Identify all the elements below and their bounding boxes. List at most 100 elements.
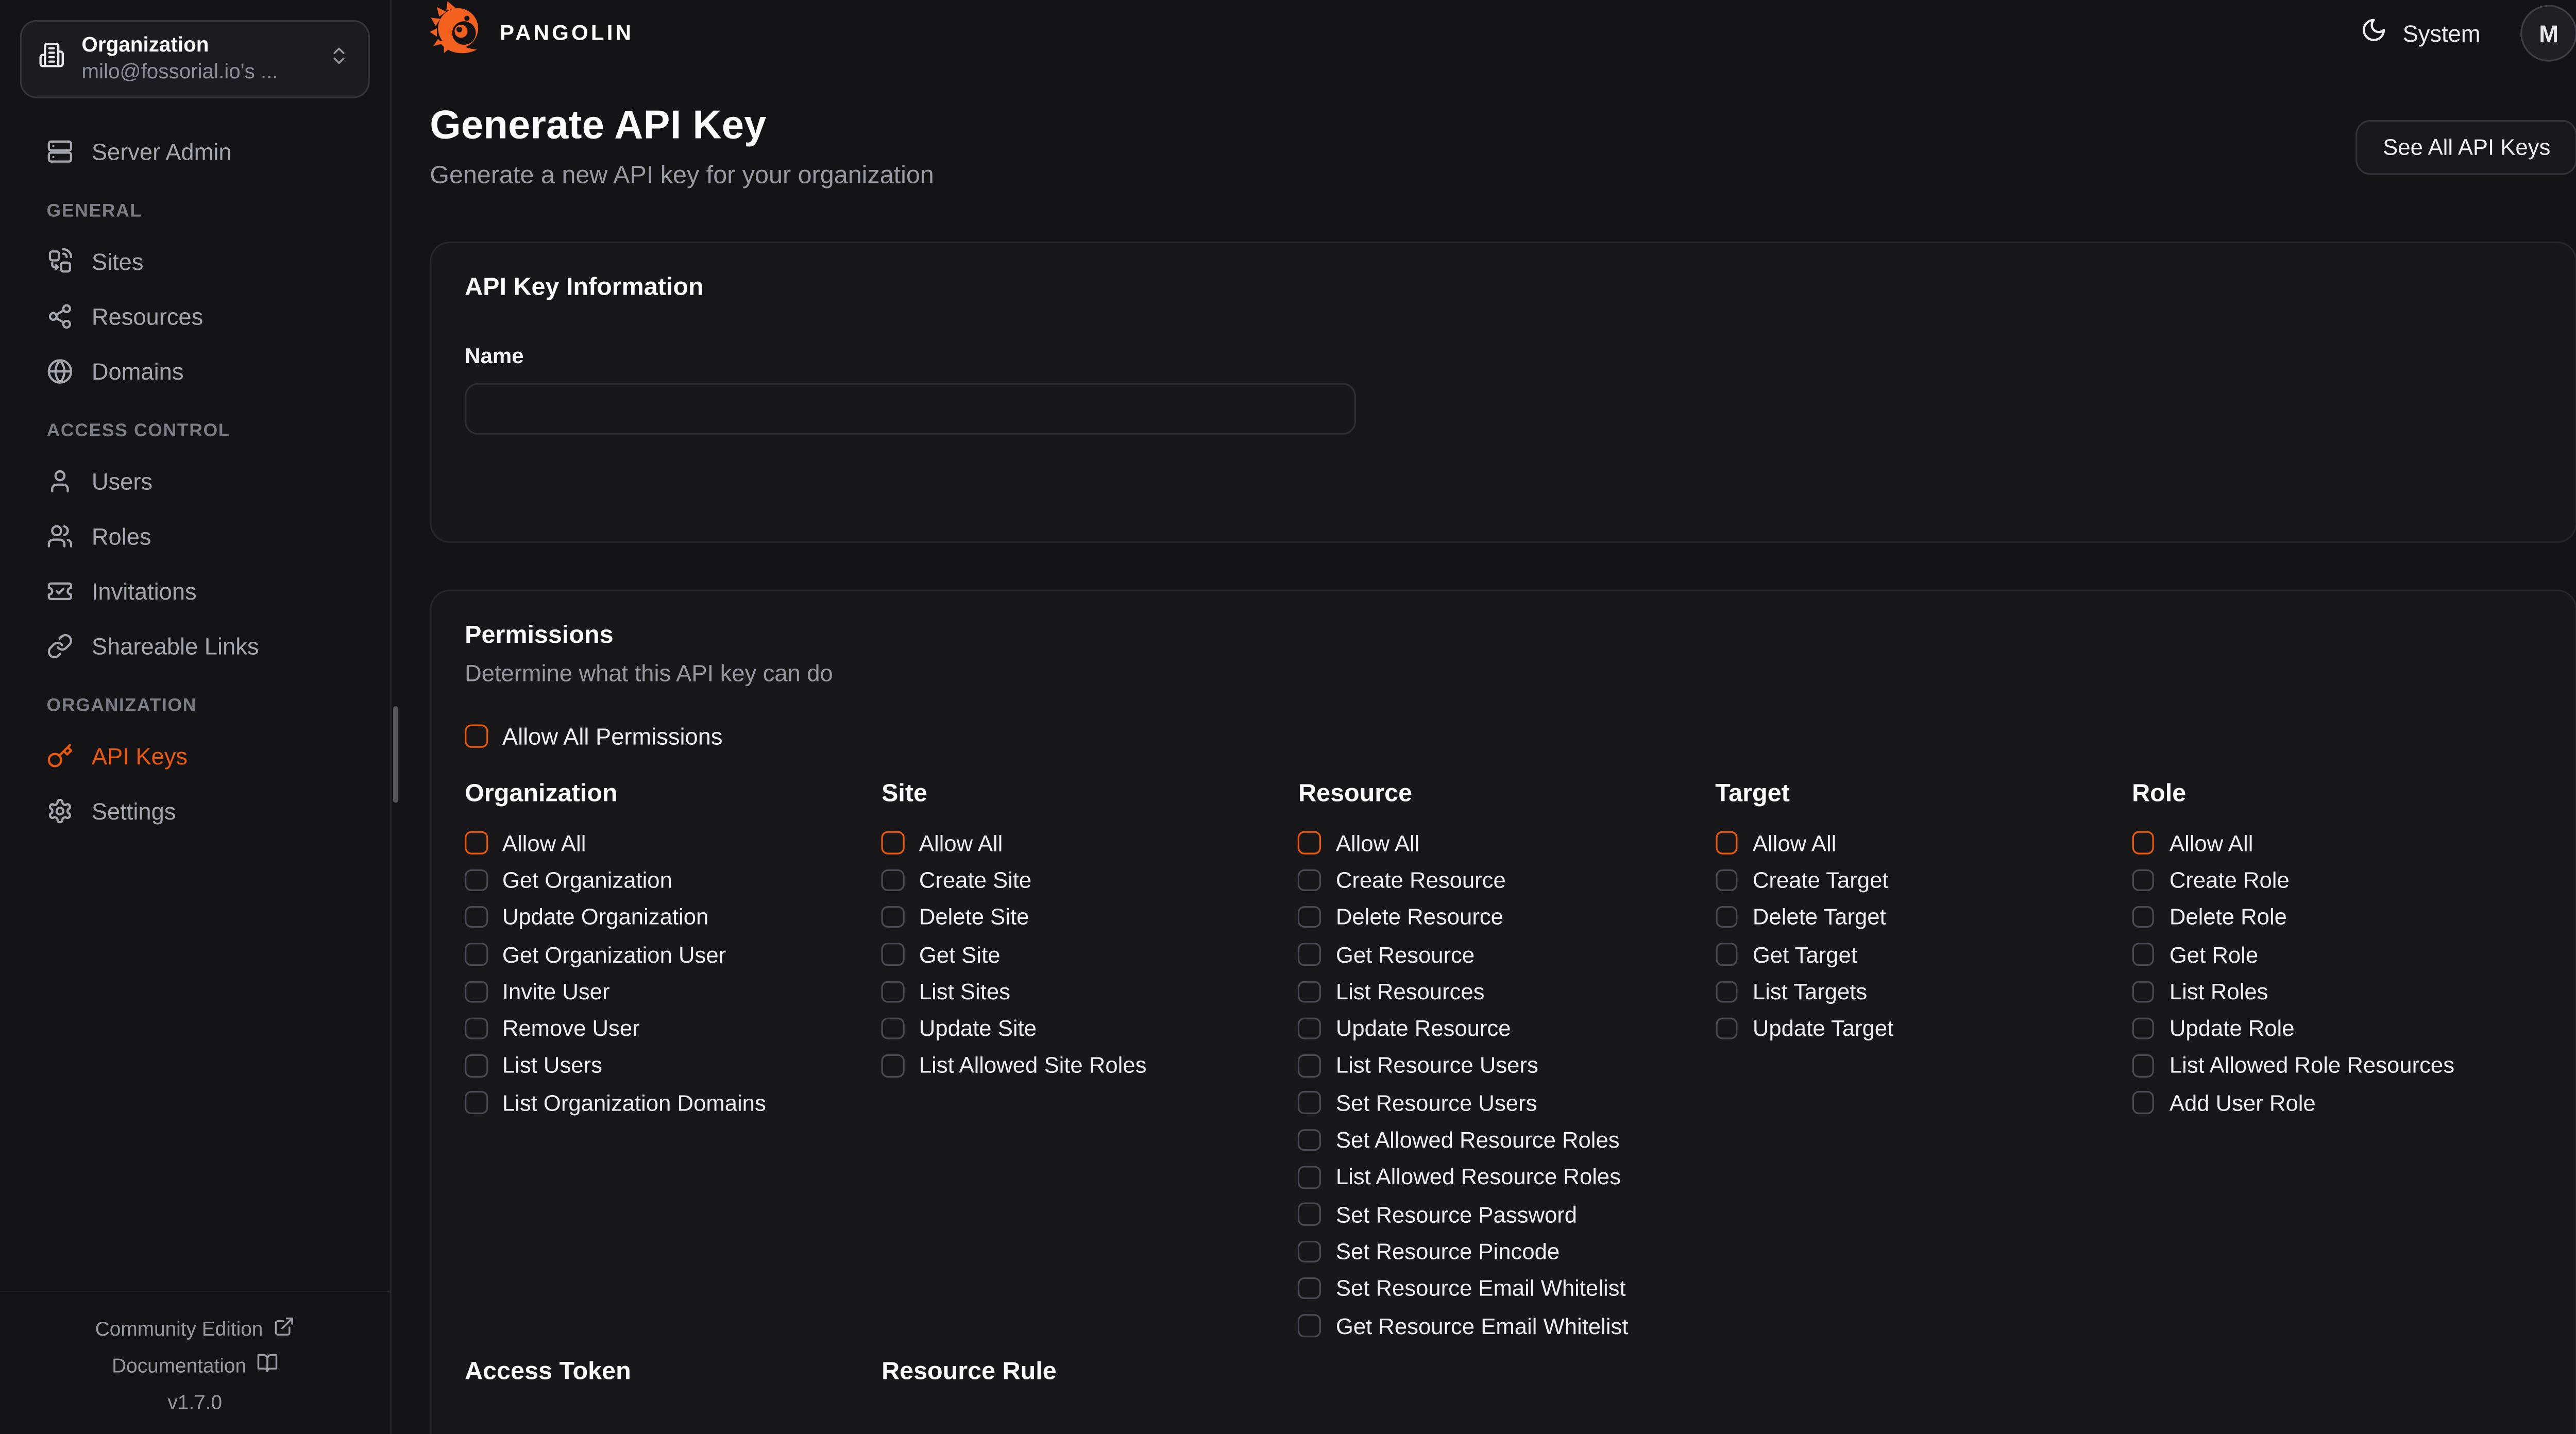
checkbox-icon[interactable] (465, 1017, 487, 1040)
community-edition-link[interactable]: Community Edition (95, 1312, 295, 1344)
checkbox-icon[interactable] (1298, 980, 1321, 1003)
permission-checkbox-row[interactable]: Set Resource Users (1298, 1084, 1708, 1121)
permission-checkbox-row[interactable]: Delete Role (2132, 899, 2542, 936)
permission-checkbox-row[interactable]: Allow All (2132, 825, 2542, 862)
permission-checkbox-row[interactable]: Get Organization User (465, 936, 875, 973)
permission-checkbox-row[interactable]: Get Target (1715, 936, 2125, 973)
permission-checkbox-row[interactable]: Update Site (882, 1010, 1292, 1047)
documentation-link[interactable]: Documentation (112, 1349, 278, 1380)
checkbox-icon[interactable] (1715, 832, 1738, 855)
checkbox-icon[interactable] (2132, 869, 2155, 892)
see-all-api-keys-button[interactable]: See All API Keys (2356, 119, 2576, 174)
checkbox-icon[interactable] (882, 1054, 904, 1077)
checkbox-icon[interactable] (2132, 1091, 2155, 1114)
checkbox-icon[interactable] (465, 980, 487, 1003)
permission-checkbox-row[interactable]: Update Resource (1298, 1010, 1708, 1047)
checkbox-icon[interactable] (882, 906, 904, 929)
checkbox-icon[interactable] (882, 980, 904, 1003)
sidebar-item-roles[interactable]: Roles (0, 508, 390, 563)
checkbox-icon[interactable] (2132, 1054, 2155, 1077)
sidebar-item-api-keys[interactable]: API Keys (0, 728, 390, 783)
checkbox-icon[interactable] (465, 1054, 487, 1077)
checkbox-icon[interactable] (465, 725, 487, 747)
permission-checkbox-row[interactable]: List Allowed Role Resources (2132, 1047, 2542, 1084)
checkbox-icon[interactable] (1715, 943, 1738, 966)
checkbox-icon[interactable] (2132, 943, 2155, 966)
checkbox-icon[interactable] (882, 832, 904, 855)
checkbox-icon[interactable] (465, 1091, 487, 1114)
checkbox-icon[interactable] (882, 1017, 904, 1040)
checkbox-icon[interactable] (465, 906, 487, 929)
checkbox-icon[interactable] (1298, 1017, 1321, 1040)
checkbox-icon[interactable] (882, 869, 904, 892)
sidebar-item-sites[interactable]: Sites (0, 233, 390, 288)
permission-checkbox-row[interactable]: Create Target (1715, 862, 2125, 899)
checkbox-icon[interactable] (1298, 1129, 1321, 1151)
checkbox-icon[interactable] (465, 869, 487, 892)
checkbox-icon[interactable] (882, 943, 904, 966)
sidebar-item-users[interactable]: Users (0, 453, 390, 508)
permission-checkbox-row[interactable]: Get Resource (1298, 936, 1708, 973)
permission-checkbox-row[interactable]: Get Site (882, 936, 1292, 973)
permission-checkbox-row[interactable]: List Allowed Site Roles (882, 1047, 1292, 1084)
checkbox-icon[interactable] (1298, 1203, 1321, 1226)
checkbox-icon[interactable] (1715, 906, 1738, 929)
permission-checkbox-row[interactable]: List Roles (2132, 973, 2542, 1010)
checkbox-icon[interactable] (2132, 832, 2155, 855)
permission-checkbox-row[interactable]: Allow All (1715, 825, 2125, 862)
permission-checkbox-row[interactable]: Set Resource Pincode (1298, 1233, 1708, 1270)
permission-checkbox-row[interactable]: Delete Target (1715, 899, 2125, 936)
checkbox-icon[interactable] (1715, 980, 1738, 1003)
permission-checkbox-row[interactable]: Get Resource Email Whitelist (1298, 1307, 1708, 1344)
avatar[interactable]: M (2520, 4, 2576, 61)
checkbox-icon[interactable] (1298, 1277, 1321, 1300)
checkbox-icon[interactable] (465, 832, 487, 855)
permission-checkbox-row[interactable]: Remove User (465, 1010, 875, 1047)
permission-checkbox-row[interactable]: Update Target (1715, 1010, 2125, 1047)
sidebar-item-shareable-links[interactable]: Shareable Links (0, 618, 390, 673)
permission-checkbox-row[interactable]: List Organization Domains (465, 1084, 875, 1121)
checkbox-icon[interactable] (1298, 943, 1321, 966)
permission-checkbox-row[interactable]: Set Resource Password (1298, 1196, 1708, 1233)
permission-checkbox-row[interactable]: List Resource Users (1298, 1047, 1708, 1084)
checkbox-icon[interactable] (1298, 1054, 1321, 1077)
checkbox-icon[interactable] (1298, 869, 1321, 892)
checkbox-icon[interactable] (2132, 1017, 2155, 1040)
sidebar-item-invitations[interactable]: Invitations (0, 563, 390, 618)
checkbox-icon[interactable] (1715, 869, 1738, 892)
permission-checkbox-row[interactable]: Get Organization (465, 862, 875, 899)
permission-checkbox-row[interactable]: Invite User (465, 973, 875, 1010)
permission-checkbox-row[interactable]: Get Role (2132, 936, 2542, 973)
sidebar-item-server-admin[interactable]: Server Admin (0, 123, 390, 178)
checkbox-icon[interactable] (1715, 1017, 1738, 1040)
permission-checkbox-row[interactable]: Update Organization (465, 899, 875, 936)
checkbox-icon[interactable] (1298, 1166, 1321, 1189)
permission-checkbox-row[interactable]: List Allowed Resource Roles (1298, 1158, 1708, 1196)
checkbox-icon[interactable] (465, 943, 487, 966)
checkbox-icon[interactable] (2132, 906, 2155, 929)
permission-checkbox-row[interactable]: Delete Resource (1298, 899, 1708, 936)
permission-checkbox-row[interactable]: Delete Site (882, 899, 1292, 936)
permission-checkbox-row[interactable]: Add User Role (2132, 1084, 2542, 1121)
sidebar-item-domains[interactable]: Domains (0, 343, 390, 398)
checkbox-icon[interactable] (1298, 832, 1321, 855)
org-switcher[interactable]: Organization milo@fossorial.io's ... (20, 20, 370, 98)
theme-toggle-button[interactable]: System (2351, 15, 2490, 50)
permission-checkbox-row[interactable]: Allow All (1298, 825, 1708, 862)
sidebar-scrollbar-thumb[interactable] (393, 706, 398, 803)
permission-checkbox-row[interactable]: Allow All (882, 825, 1292, 862)
permission-checkbox-row[interactable]: Set Allowed Resource Roles (1298, 1121, 1708, 1158)
checkbox-icon[interactable] (1298, 1091, 1321, 1114)
permission-checkbox-row[interactable]: List Resources (1298, 973, 1708, 1010)
checkbox-icon[interactable] (2132, 980, 2155, 1003)
sidebar-item-resources[interactable]: Resources (0, 288, 390, 343)
permission-checkbox-row[interactable]: Create Role (2132, 862, 2542, 899)
permission-checkbox-row[interactable]: Update Role (2132, 1010, 2542, 1047)
sidebar-item-settings[interactable]: Settings (0, 783, 390, 838)
permission-checkbox-row[interactable]: Set Resource Email Whitelist (1298, 1270, 1708, 1307)
permission-checkbox-row[interactable]: Allow All (465, 825, 875, 862)
checkbox-icon[interactable] (1298, 1314, 1321, 1337)
permission-checkbox-row[interactable]: List Sites (882, 973, 1292, 1010)
permission-checkbox-row[interactable]: List Targets (1715, 973, 2125, 1010)
allow-all-permissions-row[interactable]: Allow All Permissions (465, 723, 2542, 749)
